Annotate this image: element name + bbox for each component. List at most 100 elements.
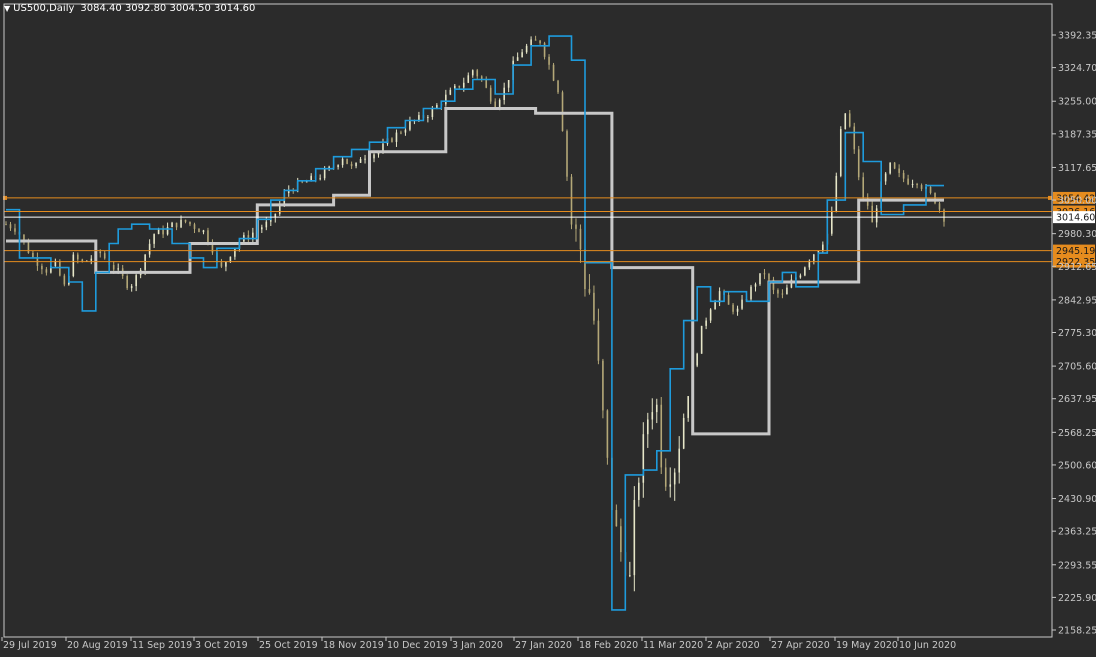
candle-body [799,275,802,278]
candle-body [72,254,75,277]
candle-body [350,163,353,167]
x-tick-label: 20 Aug 2019 [67,640,128,651]
candle-body [736,308,739,312]
candle-body [480,76,483,79]
candle [696,352,698,368]
y-tick-label: 2363.25 [1058,527,1096,538]
candle-body [830,211,833,234]
candle-body [902,172,905,179]
candle-body [202,230,205,233]
candle-body [225,262,227,267]
candle-body [467,75,470,83]
candle-body [615,510,618,527]
candle-body [261,227,263,230]
price-chart[interactable]: 3054.423026.162945.192922.353014.60 3392… [0,0,1096,653]
candle-body [99,251,102,254]
candle-body [117,268,120,270]
candle [346,158,348,165]
ohlc-readout: 3084.40 3092.80 3004.50 3014.60 [80,3,256,14]
x-tick-label: 18 Nov 2019 [323,640,384,651]
candle-body [893,162,896,169]
candle-body [660,404,663,468]
candle [660,396,663,475]
candle [72,252,75,278]
candle-body [673,472,676,485]
level-handle[interactable] [1048,195,1052,200]
candle [489,85,492,104]
x-tick-label: 18 Feb 2020 [579,640,638,651]
candle-body [337,165,339,168]
candle-body [646,419,649,435]
candle [759,273,761,286]
candle [893,161,896,170]
candle-body [494,101,496,108]
candle-body [732,304,734,312]
candle-body [404,129,407,133]
candle-body [839,129,842,176]
candle-body [898,168,900,173]
candle-body [696,353,698,366]
candle [839,126,842,178]
chart[interactable]: 3054.423026.162945.192922.353014.60 3392… [0,0,1096,653]
candle-body [400,132,402,134]
y-tick-label: 3255.00 [1058,97,1096,108]
candle-body [346,158,348,164]
candle-body [27,242,30,253]
candle-body [633,499,636,576]
candle-body [63,275,66,285]
candle-body [629,575,631,577]
candle-body [516,57,519,61]
candle [853,122,856,154]
candle-body [265,221,268,228]
candle-body [853,126,856,150]
y-tick-label: 2842.95 [1058,295,1096,306]
candle [543,41,546,60]
candle-body [476,70,479,77]
candle-body [90,258,93,261]
candle-body [530,39,532,46]
candle-body [498,99,501,108]
candle-body [14,228,16,232]
candle-body [759,273,761,285]
candle-body [889,162,891,174]
candle-body [848,113,851,127]
candle-body [45,269,48,273]
candle-body [638,482,640,500]
candle-body [844,113,847,130]
y-tick-label: 3117.65 [1058,163,1096,174]
candle-body [395,132,398,142]
candle-body [9,224,12,229]
candle-body [664,467,667,487]
candle-body [813,254,815,261]
candle-body [5,224,7,226]
candle-body [750,286,752,300]
candle [889,162,891,175]
candle [126,274,128,290]
level-label: 2945.19 [1056,246,1095,257]
candle-body [521,52,523,58]
candle-body [234,248,236,257]
time-axis: 29 Jul 2019 20 Aug 2019 11 Sep 2019 3 Oct 2… [1,637,956,651]
candle-body [153,234,155,244]
candle-body [180,219,182,228]
candle-body [602,360,604,411]
candle-body [575,224,577,229]
candle-body [709,309,712,321]
candle-body [714,302,716,310]
candle-body [682,417,685,449]
candle-body [857,149,860,178]
candle-body [606,410,609,458]
triangle-down-icon[interactable]: ▼ [4,4,10,13]
y-tick-label: 3392.35 [1058,31,1096,42]
candle-body [835,175,838,212]
candle-body [804,267,806,276]
x-tick-label: 25 Oct 2019 [259,640,318,651]
candle-body [678,448,681,473]
candle-body [431,108,434,118]
candle-body [786,287,788,295]
candle [700,325,703,354]
candles-layer [0,0,1096,653]
candle-body [489,87,492,102]
candle [63,273,66,287]
candle-body [319,178,321,180]
